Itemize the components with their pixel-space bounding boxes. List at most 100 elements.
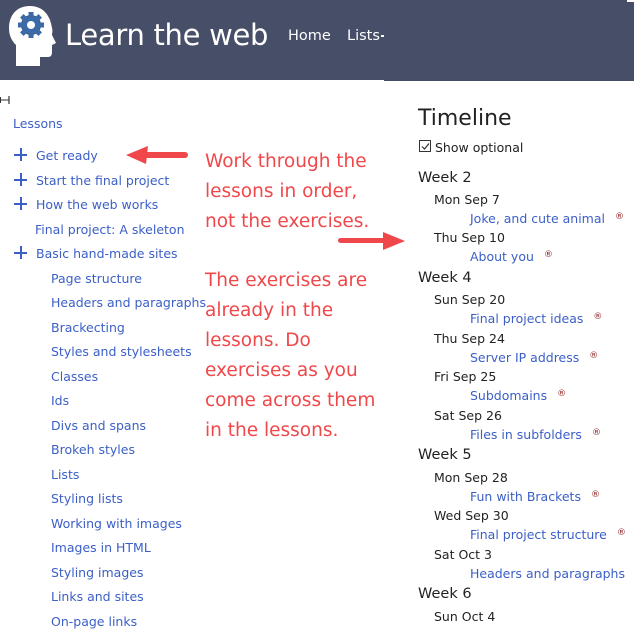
task-link[interactable]: Server IP address xyxy=(470,350,579,365)
sidebar-subitem[interactable]: Styling lists xyxy=(51,489,123,507)
annotation-line: lessons in order, xyxy=(205,181,358,202)
expand-plus-icon[interactable] xyxy=(14,148,28,162)
sidebar-item-how-web-works[interactable]: How the web works xyxy=(0,195,158,213)
sidebar-subitem[interactable]: On-page links xyxy=(51,612,137,630)
task-link[interactable]: Fun with Brackets xyxy=(470,489,581,504)
sidebar-item-label[interactable]: Images in HTML xyxy=(51,540,151,555)
sidebar-item-label[interactable]: Basic hand-made sites xyxy=(36,246,178,261)
sidebar-item-final-project-skeleton[interactable]: Final project: A skeleton xyxy=(35,220,185,238)
timeline-task[interactable]: Subdomains ® xyxy=(470,388,566,403)
sidebar-item-basic-hand-made-sites[interactable]: Basic hand-made sites xyxy=(0,244,178,262)
timeline-task[interactable]: Server IP address ® xyxy=(470,350,598,365)
expand-plus-icon[interactable] xyxy=(14,246,28,260)
show-optional-label[interactable]: Show optional xyxy=(435,140,523,155)
nav-lists-menu[interactable]: Lists xyxy=(347,28,380,44)
week-heading: Week 5 xyxy=(418,447,472,463)
sidebar-item-label[interactable]: Classes xyxy=(51,369,98,384)
sidebar-subitem[interactable]: Images in HTML xyxy=(51,538,151,556)
sidebar-subitem[interactable]: Headers and paragraphs xyxy=(51,293,206,311)
head-gear-logo-icon[interactable] xyxy=(8,4,58,68)
timeline-task[interactable]: Joke, and cute animal ® xyxy=(470,211,624,226)
sidebar-subitem[interactable]: Brokeh styles xyxy=(51,440,135,458)
timeline-task[interactable]: About you ® xyxy=(470,249,553,264)
required-mark-icon: ® xyxy=(616,527,626,538)
sidebar-item-label[interactable]: Final project: A skeleton xyxy=(35,222,185,237)
sidebar-subitem[interactable]: Divs and spans xyxy=(51,416,146,434)
day-label: Mon Sep 28 xyxy=(434,470,508,485)
sidebar-item-label[interactable]: Lists xyxy=(51,467,79,482)
week-heading: Week 6 xyxy=(418,586,472,602)
required-mark-icon: ® xyxy=(591,427,601,438)
task-link[interactable]: Subdomains xyxy=(470,388,547,403)
sidebar-subitem[interactable]: Links and sites xyxy=(51,587,144,605)
checkmark-icon xyxy=(421,143,430,150)
annotation-line: The exercises are xyxy=(205,270,368,291)
sidebar-item-label[interactable]: Styling lists xyxy=(51,491,123,506)
sidebar-item-label[interactable]: Working with images xyxy=(51,516,182,531)
expand-plus-icon[interactable] xyxy=(14,173,28,187)
required-mark-icon: ® xyxy=(590,489,600,500)
week-heading: Week 2 xyxy=(418,170,472,186)
lessons-heading-link[interactable]: Lessons xyxy=(13,116,63,131)
site-header-extension xyxy=(384,0,634,81)
annotation-note-1: Work through the lessons in order, not t… xyxy=(205,147,369,237)
task-link[interactable]: About you xyxy=(470,249,534,264)
timeline-task[interactable]: Final project structure ® xyxy=(470,527,626,542)
sidebar-resize-icon[interactable] xyxy=(0,96,10,104)
site-title[interactable]: Learn the web xyxy=(65,18,268,52)
sidebar-item-label[interactable]: Ids xyxy=(51,393,69,408)
dropdown-caret-icon[interactable] xyxy=(381,35,384,37)
timeline-task[interactable]: Files in subfolders ® xyxy=(470,427,601,442)
sidebar-item-get-ready[interactable]: Get ready xyxy=(0,146,98,164)
task-link[interactable]: Final project structure xyxy=(470,527,607,542)
week-heading: Week 4 xyxy=(418,270,472,286)
task-link[interactable]: Joke, and cute animal xyxy=(470,211,605,226)
timeline-heading: Timeline xyxy=(418,106,512,131)
sidebar-subitem[interactable]: Working with images xyxy=(51,514,182,532)
annotation-line: not the exercises. xyxy=(205,211,370,232)
sidebar-item-label[interactable]: Start the final project xyxy=(36,173,169,188)
sidebar-item-label[interactable]: Brokeh styles xyxy=(51,442,135,457)
sidebar-subitem[interactable]: Styles and stylesheets xyxy=(51,342,192,360)
left-arrow-annotation-icon xyxy=(126,146,188,164)
annotation-line: in the lessons. xyxy=(205,420,339,441)
timeline-task[interactable]: Headers and paragraphs ® xyxy=(470,566,634,581)
day-label: Sun Sep 20 xyxy=(434,292,506,307)
sidebar-subitem[interactable]: Page structure xyxy=(51,269,142,287)
timeline-task[interactable]: Fun with Brackets ® xyxy=(470,489,600,504)
sidebar-item-label[interactable]: Headers and paragraphs xyxy=(51,295,206,310)
required-mark-icon: ® xyxy=(614,211,624,222)
task-link[interactable]: Final project ideas xyxy=(470,311,583,326)
nav-home-link[interactable]: Home xyxy=(288,28,331,44)
sidebar-item-label[interactable]: Brackecting xyxy=(51,320,125,335)
day-label: Thu Sep 24 xyxy=(434,331,505,346)
sidebar-item-label[interactable]: Get ready xyxy=(36,148,98,163)
sidebar-item-label[interactable]: Links and sites xyxy=(51,589,144,604)
sidebar-item-label[interactable]: How the web works xyxy=(36,197,158,212)
sidebar-item-label[interactable]: Divs and spans xyxy=(51,418,146,433)
sidebar-subitem[interactable]: Classes xyxy=(51,367,98,385)
required-mark-icon: ® xyxy=(543,249,553,260)
sidebar-subitem[interactable]: Ids xyxy=(51,391,69,409)
header-notch xyxy=(627,0,634,2)
sidebar-item-label[interactable]: On-page links xyxy=(51,614,137,629)
annotation-line: lessons. Do xyxy=(205,330,311,351)
sidebar-item-start-final-project[interactable]: Start the final project xyxy=(0,171,169,189)
annotation-note-2: The exercises are already in the lessons… xyxy=(205,266,375,446)
day-label: Wed Sep 30 xyxy=(434,508,509,523)
annotation-line: exercises as you xyxy=(205,360,358,381)
sidebar-item-label[interactable]: Page structure xyxy=(51,271,142,286)
sidebar-subitem[interactable]: Lists xyxy=(51,465,79,483)
sidebar-item-label[interactable]: Styles and stylesheets xyxy=(51,344,192,359)
day-label: Fri Sep 25 xyxy=(434,369,497,384)
sidebar-subitem[interactable]: Styling images xyxy=(51,563,143,581)
sidebar-subitem[interactable]: Brackecting xyxy=(51,318,125,336)
expand-plus-icon[interactable] xyxy=(14,197,28,211)
show-optional-checkbox[interactable] xyxy=(419,140,431,152)
annotation-line: come across them xyxy=(205,390,376,411)
required-mark-icon: ® xyxy=(589,350,599,361)
sidebar-item-label[interactable]: Styling images xyxy=(51,565,143,580)
timeline-task[interactable]: Final project ideas ® xyxy=(470,311,602,326)
task-link[interactable]: Files in subfolders xyxy=(470,427,582,442)
task-link[interactable]: Headers and paragraphs xyxy=(470,566,625,581)
